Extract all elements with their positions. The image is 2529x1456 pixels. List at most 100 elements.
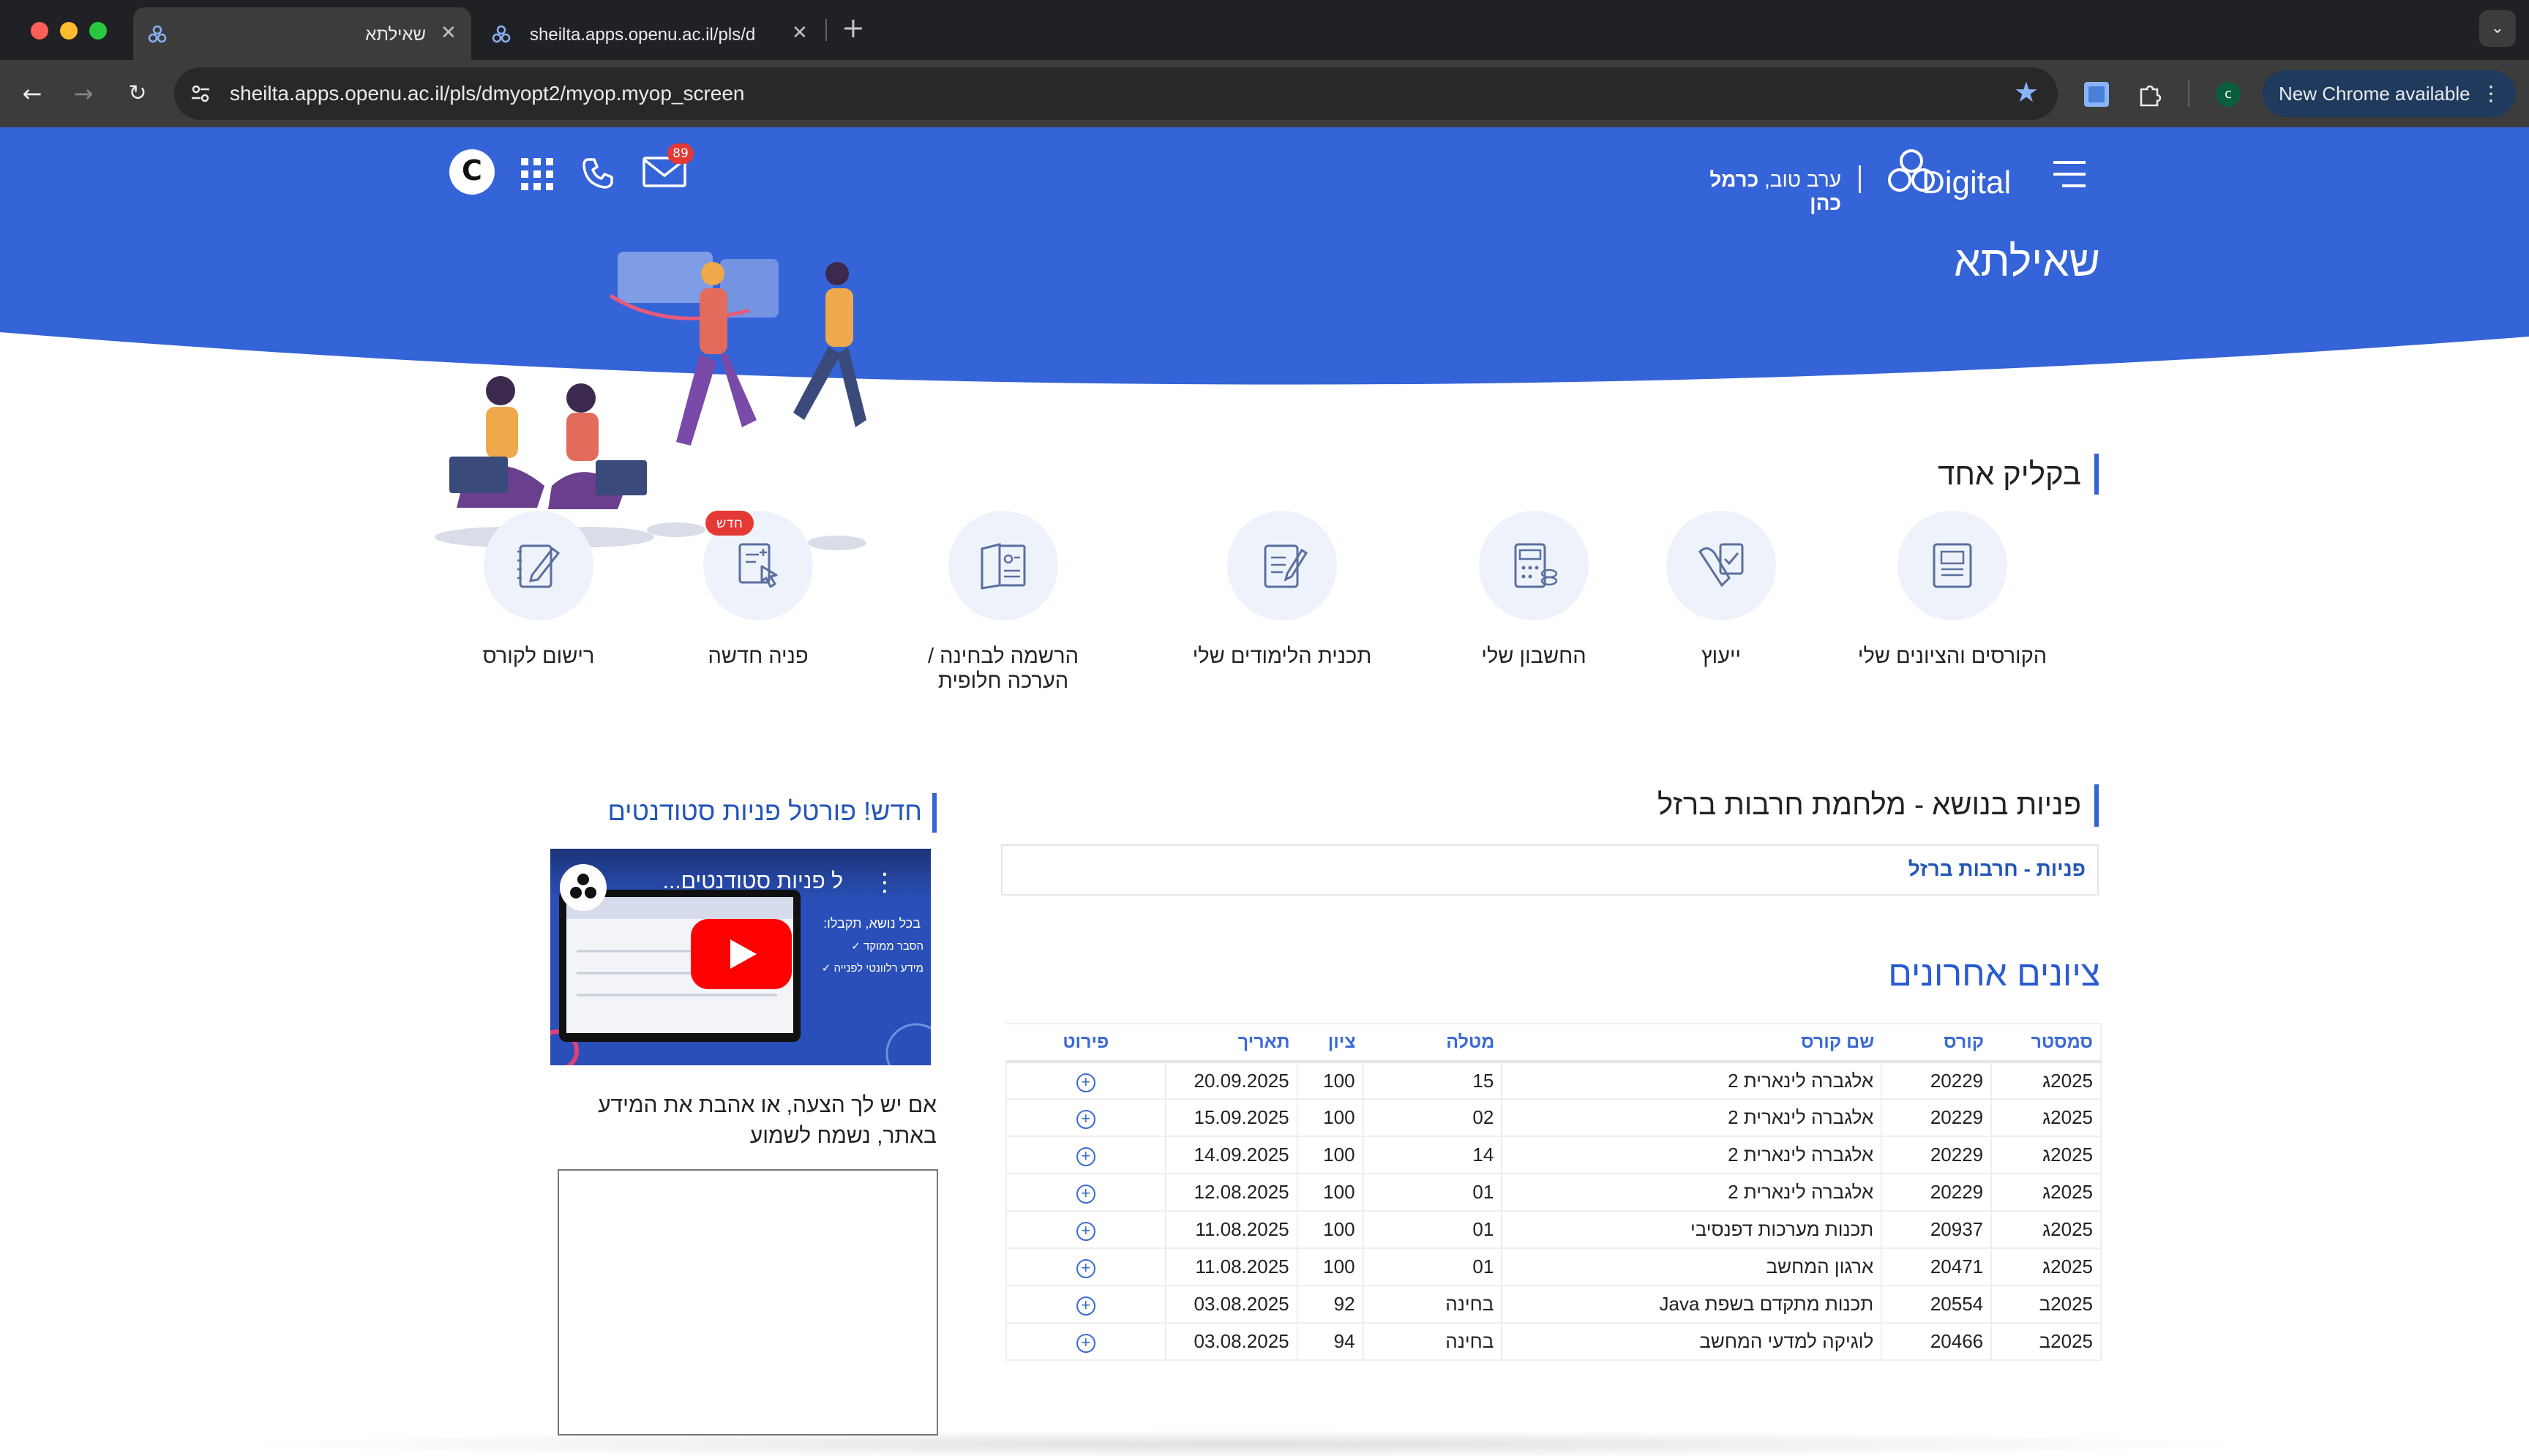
- iron-swords-link[interactable]: פניות - חרבות ברזל: [1908, 858, 2086, 881]
- quick-links-title: בקליק אחד: [1938, 457, 2081, 491]
- cell-semester: 2025ג: [1990, 1136, 2102, 1174]
- portal-title: חדש! פורטל פניות סטודנטים: [607, 796, 922, 826]
- expand-plus-icon[interactable]: +: [1076, 1185, 1095, 1204]
- expand-plus-icon[interactable]: +: [1076, 1073, 1095, 1092]
- quick-link-label: ייעוץ: [1701, 645, 1742, 668]
- expand-plus-icon[interactable]: +: [1076, 1296, 1095, 1316]
- cell-details: +: [1005, 1174, 1166, 1212]
- column-header-details[interactable]: פירוט: [1006, 1023, 1166, 1063]
- quick-link-consult[interactable]: ייעוץ: [1641, 511, 1802, 669]
- quick-link-exam-registration[interactable]: הרשמה לבחינה / הערכה חלופית: [904, 511, 1102, 694]
- minimize-window-button[interactable]: [60, 22, 78, 40]
- column-header-course[interactable]: קורס: [1881, 1023, 1992, 1063]
- video-more-icon[interactable]: ⋮: [872, 868, 897, 897]
- translate-extension-icon[interactable]: [2083, 80, 2110, 108]
- cell-grade: 100: [1296, 1211, 1363, 1249]
- close-window-button[interactable]: [31, 22, 48, 40]
- cell-semester: 2025ג: [1990, 1174, 2102, 1212]
- cell-task: 01: [1362, 1174, 1502, 1212]
- cell-course-name: ארגון המחשב: [1501, 1248, 1882, 1286]
- quick-link-label: תכנית הלימודים שלי: [1192, 645, 1372, 668]
- quick-link-label: הקורסים והציונים שלי: [1857, 645, 2047, 668]
- browser-tab[interactable]: sheilta.apps.openu.ac.il/pls/d ✕: [476, 7, 820, 60]
- cell-grade: 100: [1296, 1174, 1363, 1212]
- quick-link-new-request[interactable]: פניה חדשה: [678, 511, 839, 669]
- expand-plus-icon[interactable]: +: [1076, 1147, 1095, 1166]
- profile-avatar[interactable]: c: [2216, 82, 2241, 107]
- cell-date: 11.08.2025: [1164, 1248, 1297, 1286]
- tab-title: sheilta.apps.openu.ac.il/pls/d: [530, 25, 756, 45]
- cell-course-name: תכנות מתקדם בשפת Java: [1501, 1286, 1882, 1324]
- cell-date: 20.09.2025: [1164, 1062, 1297, 1100]
- column-header-date[interactable]: תאריך: [1165, 1023, 1297, 1063]
- chrome-update-button[interactable]: New Chrome available ⋮: [2263, 70, 2516, 117]
- cell-details: +: [1005, 1211, 1166, 1249]
- new-tab-button[interactable]: +: [842, 12, 865, 44]
- calculator-icon: [1479, 511, 1589, 620]
- browser-tab-active[interactable]: שאילתא ✕: [133, 7, 471, 60]
- cell-date: 03.08.2025: [1164, 1323, 1297, 1361]
- expand-plus-icon[interactable]: +: [1076, 1334, 1095, 1353]
- quick-link-my-account[interactable]: החשבון שלי: [1439, 511, 1629, 669]
- column-header-semester[interactable]: סמסטר: [1991, 1023, 2102, 1063]
- column-header-grade[interactable]: ציון: [1297, 1023, 1363, 1063]
- header-separator: [1859, 165, 1861, 193]
- expand-plus-icon[interactable]: +: [1076, 1110, 1095, 1129]
- cell-course: 20471: [1881, 1248, 1992, 1286]
- cell-course: 20229: [1881, 1062, 1992, 1100]
- quick-link-course-registration[interactable]: רישום לקורס: [458, 511, 619, 669]
- bookmark-star-icon[interactable]: ★: [2014, 76, 2039, 108]
- maximize-window-button[interactable]: [89, 22, 107, 40]
- forward-icon[interactable]: →: [66, 76, 101, 111]
- cell-task: בחינה: [1362, 1323, 1502, 1361]
- check-icon: ✓: [851, 940, 861, 953]
- consult-icon: [1666, 511, 1776, 620]
- table-row: 2025ג 20229 אלגברה לינארית 2 01 100 12.0…: [1005, 1174, 2102, 1212]
- portal-video[interactable]: ל פניות סטודנטים... ⋮ בכל נושא, תקבלו: ה…: [550, 849, 931, 1065]
- cell-date: 12.08.2025: [1164, 1174, 1297, 1212]
- accessibility-c-button[interactable]: C: [449, 149, 495, 195]
- video-bullet: מידע רלוונטי לפנייה ✓: [792, 961, 923, 975]
- address-bar[interactable]: sheilta.apps.openu.ac.il/pls/dmyopt2/myo…: [174, 67, 2058, 120]
- quick-link-study-plan[interactable]: תכנית הלימודים שלי: [1180, 511, 1385, 669]
- site-settings-icon[interactable]: [189, 82, 212, 105]
- cell-grade: 94: [1296, 1323, 1363, 1361]
- tab-close-icon[interactable]: ✕: [441, 22, 457, 44]
- feedback-frame[interactable]: [558, 1169, 938, 1436]
- course-register-icon: [484, 511, 593, 620]
- youtube-play-icon[interactable]: [691, 919, 792, 989]
- cell-grade: 100: [1296, 1248, 1363, 1286]
- reload-icon[interactable]: ↻: [120, 76, 155, 111]
- video-subtitle: בכל נושא, תקבלו:: [823, 916, 921, 931]
- column-header-course-name[interactable]: שם קורס: [1502, 1023, 1882, 1063]
- back-icon[interactable]: ←: [15, 76, 50, 111]
- chrome-menu-icon[interactable]: ⋮: [2481, 70, 2501, 117]
- hamburger-menu-icon[interactable]: [2050, 160, 2088, 189]
- expand-plus-icon[interactable]: +: [1076, 1259, 1095, 1278]
- update-label: New Chrome available: [2279, 83, 2470, 105]
- apps-grid-icon[interactable]: [521, 158, 553, 190]
- openu-digital-logo[interactable]: Digital: [1878, 140, 2020, 206]
- browser-tab-bar: שאילתא ✕ sheilta.apps.openu.ac.il/pls/d …: [0, 0, 2529, 60]
- table-row: 2025ב 20466 לוגיקה למדעי המחשב בחינה 94 …: [1005, 1323, 2102, 1361]
- tab-search-button[interactable]: ⌄: [2479, 10, 2516, 47]
- logo-text: Digital: [1922, 165, 2011, 200]
- table-row: 2025ג 20229 אלגברה לינארית 2 15 100 20.0…: [1005, 1062, 2102, 1100]
- cell-semester: 2025ג: [1990, 1211, 2102, 1249]
- column-header-task[interactable]: מטלה: [1363, 1023, 1502, 1063]
- video-title: ל פניות סטודנטים...: [662, 869, 843, 893]
- url-text: sheilta.apps.openu.ac.il/pls/dmyopt2/myo…: [230, 82, 745, 105]
- tab-close-icon[interactable]: ✕: [792, 22, 808, 44]
- cell-details: +: [1005, 1099, 1166, 1137]
- cell-date: 11.08.2025: [1164, 1211, 1297, 1249]
- feedback-text: אם יש לך הצעה, או אהבת את המידע באתר, נש…: [598, 1093, 937, 1148]
- quick-link-label: החשבון שלי: [1481, 645, 1586, 668]
- cell-course-name: אלגברה לינארית 2: [1501, 1174, 1882, 1212]
- cell-details: +: [1005, 1248, 1166, 1286]
- quick-link-courses-grades[interactable]: הקורסים והציונים שלי: [1835, 511, 2069, 669]
- expand-plus-icon[interactable]: +: [1076, 1222, 1095, 1241]
- phone-icon[interactable]: [581, 157, 615, 190]
- extensions-puzzle-icon[interactable]: [2135, 80, 2163, 108]
- study-plan-icon: [1227, 511, 1337, 620]
- check-icon: ✓: [821, 962, 831, 975]
